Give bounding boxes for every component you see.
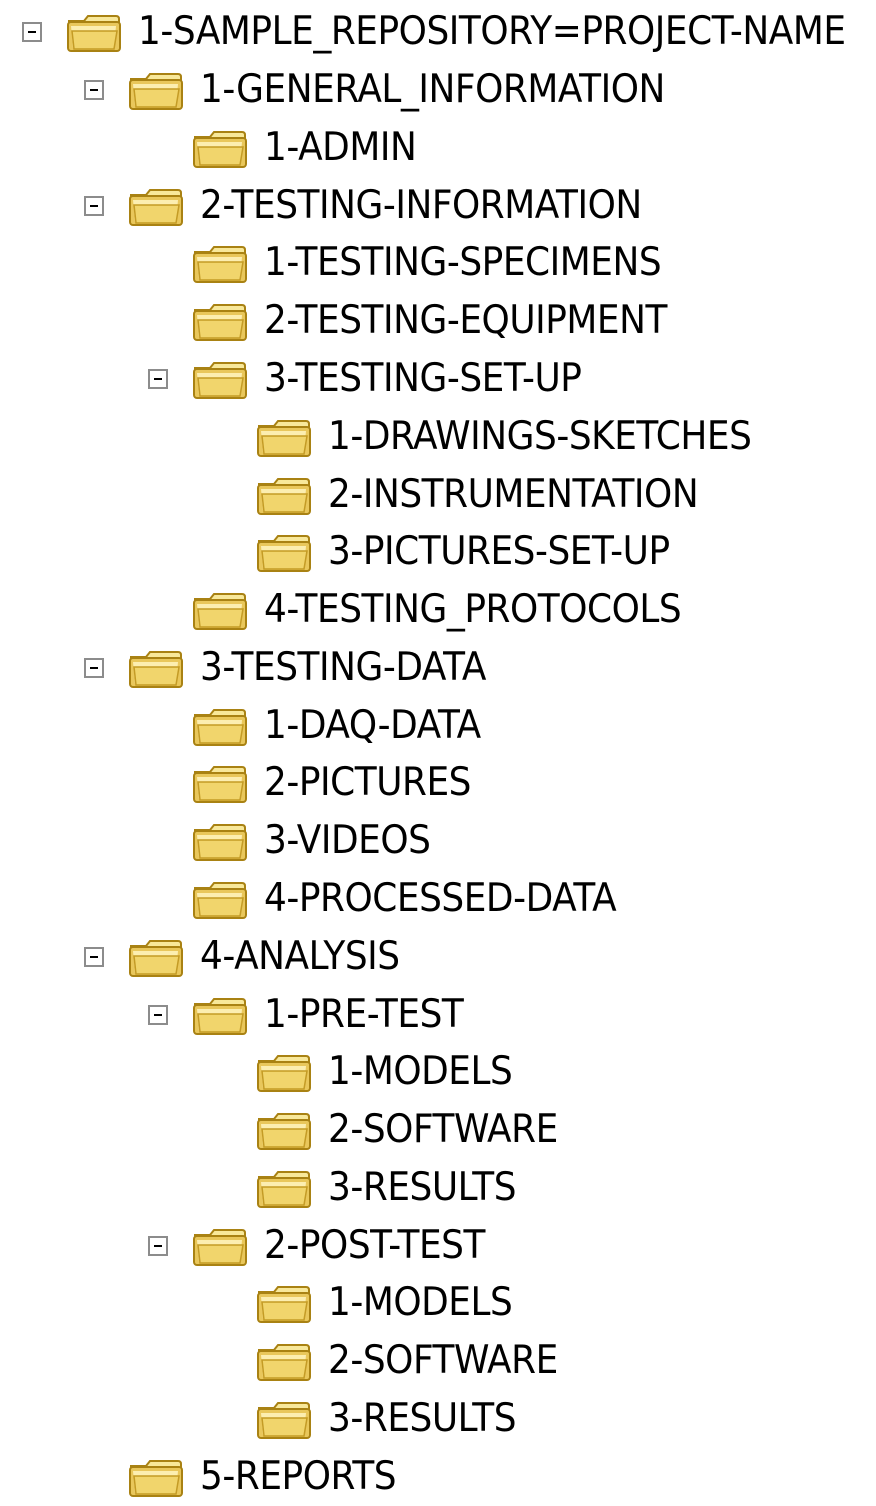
collapse-icon[interactable] bbox=[84, 947, 104, 967]
folder-icon bbox=[128, 69, 184, 111]
tree-node-root[interactable]: 1-SAMPLE_REPOSITORY=PROJECT-NAME bbox=[22, 3, 876, 61]
tree-node-daq-data[interactable]: 1-DAQ-DATA bbox=[192, 697, 500, 755]
tree-node-testing-equipment[interactable]: 2-TESTING-EQUIPMENT bbox=[192, 292, 702, 350]
tree-node-label: 3-TESTING-DATA bbox=[200, 645, 486, 690]
tree-node-label: 1-DAQ-DATA bbox=[264, 703, 481, 748]
folder-icon bbox=[192, 358, 248, 400]
folder-icon bbox=[192, 1225, 248, 1267]
tree-node-analysis[interactable]: 4-ANALYSIS bbox=[84, 928, 417, 986]
tree-node-label: 3-VIDEOS bbox=[264, 818, 431, 863]
tree-node-label: 3-RESULTS bbox=[328, 1396, 517, 1441]
folder-icon bbox=[192, 127, 248, 169]
folder-icon bbox=[128, 1456, 184, 1498]
tree-node-post-test-results[interactable]: 3-RESULTS bbox=[256, 1390, 532, 1448]
collapse-icon[interactable] bbox=[148, 369, 168, 389]
tree-node-post-test[interactable]: 2-POST-TEST bbox=[148, 1217, 504, 1275]
tree-node-label: 1-TESTING-SPECIMENS bbox=[264, 240, 662, 285]
folder-icon bbox=[256, 1109, 312, 1151]
folder-icon bbox=[128, 936, 184, 978]
folder-icon bbox=[66, 11, 122, 53]
collapse-icon[interactable] bbox=[148, 1005, 168, 1025]
folder-icon bbox=[256, 1282, 312, 1324]
tree-node-general-information[interactable]: 1-GENERAL_INFORMATION bbox=[84, 61, 705, 119]
tree-node-pictures[interactable]: 2-PICTURES bbox=[192, 754, 489, 812]
folder-icon bbox=[256, 531, 312, 573]
collapse-icon[interactable] bbox=[148, 1236, 168, 1256]
tree-node-testing-specimens[interactable]: 1-TESTING-SPECIMENS bbox=[192, 234, 696, 292]
folder-icon bbox=[192, 242, 248, 284]
tree-node-testing-set-up[interactable]: 3-TESTING-SET-UP bbox=[148, 350, 609, 408]
folder-icon bbox=[256, 1167, 312, 1209]
tree-node-label: 4-ANALYSIS bbox=[200, 934, 400, 979]
tree-node-label: 5-REPORTS bbox=[200, 1454, 397, 1499]
tree-node-post-test-models[interactable]: 1-MODELS bbox=[256, 1274, 528, 1332]
tree-node-label: 1-DRAWINGS-SKETCHES bbox=[328, 414, 752, 459]
tree-node-label: 2-INSTRUMENTATION bbox=[328, 472, 699, 517]
tree-node-instrumentation[interactable]: 2-INSTRUMENTATION bbox=[256, 466, 730, 524]
folder-icon bbox=[256, 416, 312, 458]
tree-node-drawings-sketches[interactable]: 1-DRAWINGS-SKETCHES bbox=[256, 408, 788, 466]
tree-node-reports[interactable]: 5-REPORTS bbox=[128, 1448, 413, 1506]
folder-icon bbox=[192, 820, 248, 862]
tree-node-processed-data[interactable]: 4-PROCESSED-DATA bbox=[192, 870, 647, 928]
tree-node-label: 4-TESTING_PROTOCOLS bbox=[264, 587, 682, 632]
tree-node-pre-test-results[interactable]: 3-RESULTS bbox=[256, 1159, 532, 1217]
tree-node-label: 2-SOFTWARE bbox=[328, 1107, 558, 1152]
tree-node-label: 1-ADMIN bbox=[264, 125, 417, 170]
folder-icon bbox=[256, 1340, 312, 1382]
folder-icon bbox=[256, 1398, 312, 1440]
tree-node-post-test-software[interactable]: 2-SOFTWARE bbox=[256, 1332, 578, 1390]
tree-node-label: 2-SOFTWARE bbox=[328, 1338, 558, 1383]
tree-node-pictures-set-up[interactable]: 3-PICTURES-SET-UP bbox=[256, 523, 699, 581]
tree-node-label: 3-PICTURES-SET-UP bbox=[328, 529, 670, 574]
tree-node-pre-test-models[interactable]: 1-MODELS bbox=[256, 1043, 528, 1101]
tree-node-label: 2-TESTING-EQUIPMENT bbox=[264, 298, 667, 343]
collapse-icon[interactable] bbox=[84, 658, 104, 678]
tree-node-label: 2-TESTING-INFORMATION bbox=[200, 183, 642, 228]
folder-icon bbox=[256, 474, 312, 516]
tree-node-pre-test-software[interactable]: 2-SOFTWARE bbox=[256, 1101, 578, 1159]
folder-icon bbox=[128, 647, 184, 689]
folder-icon bbox=[192, 300, 248, 342]
folder-icon bbox=[256, 1051, 312, 1093]
folder-icon bbox=[192, 878, 248, 920]
tree-node-label: 1-MODELS bbox=[328, 1280, 513, 1325]
tree-node-label: 3-RESULTS bbox=[328, 1165, 517, 1210]
tree-node-pre-test[interactable]: 1-PRE-TEST bbox=[148, 986, 481, 1044]
tree-node-testing-information[interactable]: 2-TESTING-INFORMATION bbox=[84, 177, 680, 235]
folder-icon bbox=[192, 994, 248, 1036]
tree-node-label: 4-PROCESSED-DATA bbox=[264, 876, 617, 921]
folder-tree: 1-SAMPLE_REPOSITORY=PROJECT-NAME 1-GENER… bbox=[0, 0, 876, 1499]
tree-node-testing-data[interactable]: 3-TESTING-DATA bbox=[84, 639, 511, 697]
tree-node-label: 1-GENERAL_INFORMATION bbox=[200, 67, 665, 112]
tree-node-admin[interactable]: 1-ADMIN bbox=[192, 119, 430, 177]
folder-icon bbox=[128, 185, 184, 227]
tree-node-label: 1-PRE-TEST bbox=[264, 992, 464, 1037]
tree-node-label: 3-TESTING-SET-UP bbox=[264, 356, 582, 401]
folder-icon bbox=[192, 705, 248, 747]
tree-node-label: 2-PICTURES bbox=[264, 760, 472, 805]
tree-node-label: 1-MODELS bbox=[328, 1049, 513, 1094]
tree-node-label: 2-POST-TEST bbox=[264, 1223, 485, 1268]
tree-node-testing-protocols[interactable]: 4-TESTING_PROTOCOLS bbox=[192, 581, 718, 639]
collapse-icon[interactable] bbox=[84, 80, 104, 100]
folder-icon bbox=[192, 762, 248, 804]
tree-node-videos[interactable]: 3-VIDEOS bbox=[192, 812, 445, 870]
collapse-icon[interactable] bbox=[84, 196, 104, 216]
folder-icon bbox=[192, 589, 248, 631]
collapse-icon[interactable] bbox=[22, 22, 42, 42]
tree-node-label: 1-SAMPLE_REPOSITORY=PROJECT-NAME bbox=[138, 9, 846, 54]
